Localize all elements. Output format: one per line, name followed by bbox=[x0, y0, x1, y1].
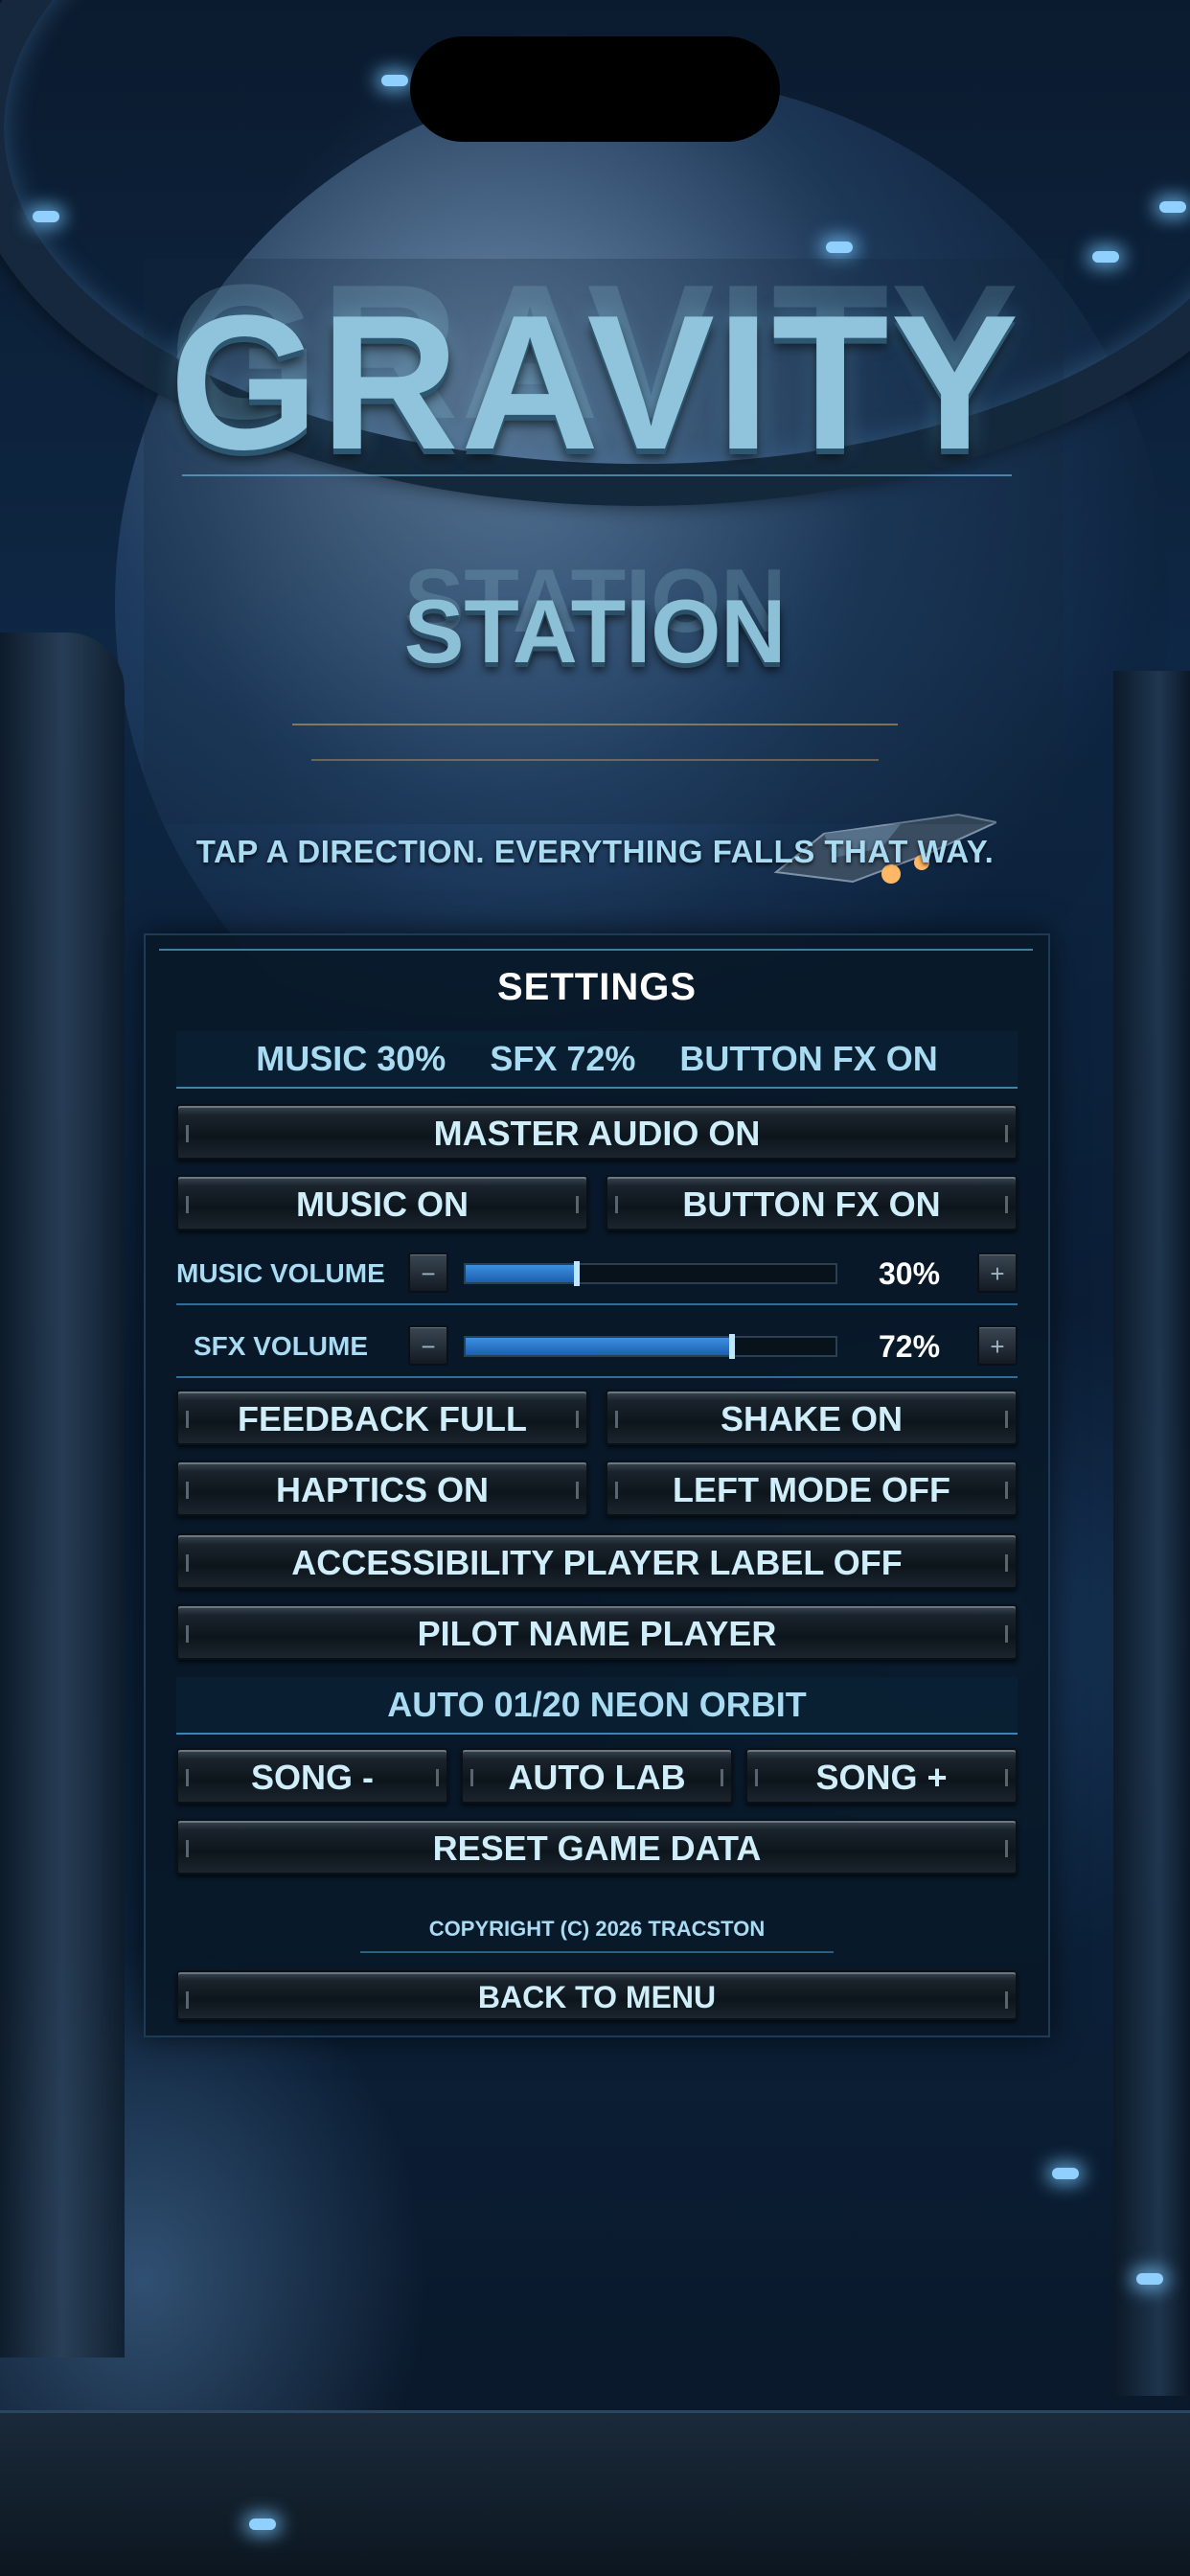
sfx-volume-decrease-button[interactable]: − bbox=[408, 1325, 448, 1366]
station-floor bbox=[0, 2410, 1190, 2576]
feedback-button[interactable]: FEEDBACK FULL bbox=[176, 1390, 588, 1445]
reset-game-data-button[interactable]: RESET GAME DATA bbox=[176, 1819, 1018, 1874]
track-info: AUTO 01/20 NEON ORBIT bbox=[176, 1677, 1018, 1735]
music-volume-value: 30% bbox=[878, 1256, 941, 1291]
button-fx-toggle-button[interactable]: BUTTON FX ON bbox=[606, 1175, 1018, 1230]
panel-accent-line bbox=[159, 949, 1033, 951]
song-prev-button[interactable]: SONG - bbox=[176, 1748, 448, 1804]
copyright-divider bbox=[360, 1951, 834, 1953]
minus-icon: − bbox=[421, 1332, 436, 1361]
accessibility-button[interactable]: ACCESSIBILITY PLAYER LABEL OFF bbox=[176, 1533, 1018, 1589]
music-volume-fill bbox=[466, 1265, 577, 1282]
auto-lab-button[interactable]: AUTO LAB bbox=[461, 1748, 733, 1804]
minus-icon: − bbox=[421, 1259, 436, 1288]
tagline: TAP A DIRECTION. EVERYTHING FALLS THAT W… bbox=[195, 834, 995, 869]
song-next-button[interactable]: SONG + bbox=[745, 1748, 1018, 1804]
back-to-menu-button[interactable]: BACK TO MENU bbox=[176, 1970, 1018, 2020]
settings-panel: SETTINGS MUSIC 30% SFX 72% BUTTON FX ON … bbox=[144, 933, 1050, 2037]
shake-button[interactable]: SHAKE ON bbox=[606, 1390, 1018, 1445]
sfx-volume-increase-button[interactable]: + bbox=[977, 1325, 1018, 1366]
pilot-name-button[interactable]: PILOT NAME PLAYER bbox=[176, 1604, 1018, 1660]
sfx-summary: SFX 72% bbox=[490, 1039, 636, 1078]
button-fx-summary: BUTTON FX ON bbox=[679, 1039, 938, 1078]
station-light bbox=[1159, 201, 1186, 213]
music-volume-decrease-button[interactable]: − bbox=[408, 1253, 448, 1293]
music-volume-increase-button[interactable]: + bbox=[977, 1253, 1018, 1293]
right-station-tower bbox=[1113, 671, 1190, 2396]
plus-icon: + bbox=[990, 1332, 1005, 1361]
left-station-tower bbox=[0, 632, 125, 2358]
music-volume-slider[interactable] bbox=[464, 1261, 837, 1286]
station-light bbox=[1136, 2273, 1163, 2285]
device-notch bbox=[410, 36, 780, 142]
sfx-volume-thumb[interactable] bbox=[728, 1334, 735, 1359]
sfx-volume-value: 72% bbox=[878, 1329, 941, 1364]
settings-heading: SETTINGS bbox=[496, 966, 698, 1008]
game-subtitle: STATION bbox=[403, 581, 787, 681]
music-volume-label: MUSIC VOLUME bbox=[176, 1258, 385, 1288]
station-light bbox=[249, 2518, 276, 2530]
station-light bbox=[381, 75, 408, 86]
sfx-volume-label: SFX VOLUME bbox=[194, 1331, 369, 1361]
copyright-text: COPYRIGHT (C) 2026 TRACSTON bbox=[428, 1917, 766, 1941]
title-divider bbox=[182, 474, 1012, 476]
subtitle-divider bbox=[311, 759, 879, 761]
plus-icon: + bbox=[990, 1259, 1005, 1288]
haptics-button[interactable]: HAPTICS ON bbox=[176, 1460, 588, 1516]
master-audio-button[interactable]: MASTER AUDIO ON bbox=[176, 1104, 1018, 1160]
subtitle-divider bbox=[292, 724, 898, 725]
music-toggle-button[interactable]: MUSIC ON bbox=[176, 1175, 588, 1230]
station-light bbox=[1052, 2168, 1079, 2179]
game-title: GRAVITY bbox=[169, 276, 1021, 490]
audio-summary: MUSIC 30% SFX 72% BUTTON FX ON bbox=[176, 1031, 1018, 1089]
left-mode-button[interactable]: LEFT MODE OFF bbox=[606, 1460, 1018, 1516]
music-volume-row: MUSIC VOLUME − 30% + bbox=[176, 1244, 1018, 1305]
game-screen: GRAVITY GRAVITY STATION STATION TAP A DI… bbox=[0, 0, 1190, 2576]
sfx-volume-row: SFX VOLUME − 72% + bbox=[176, 1317, 1018, 1378]
sfx-volume-slider[interactable] bbox=[464, 1334, 837, 1359]
music-summary: MUSIC 30% bbox=[256, 1039, 446, 1078]
station-light bbox=[33, 211, 59, 222]
music-volume-thumb[interactable] bbox=[573, 1261, 580, 1286]
sfx-volume-fill bbox=[466, 1338, 732, 1355]
